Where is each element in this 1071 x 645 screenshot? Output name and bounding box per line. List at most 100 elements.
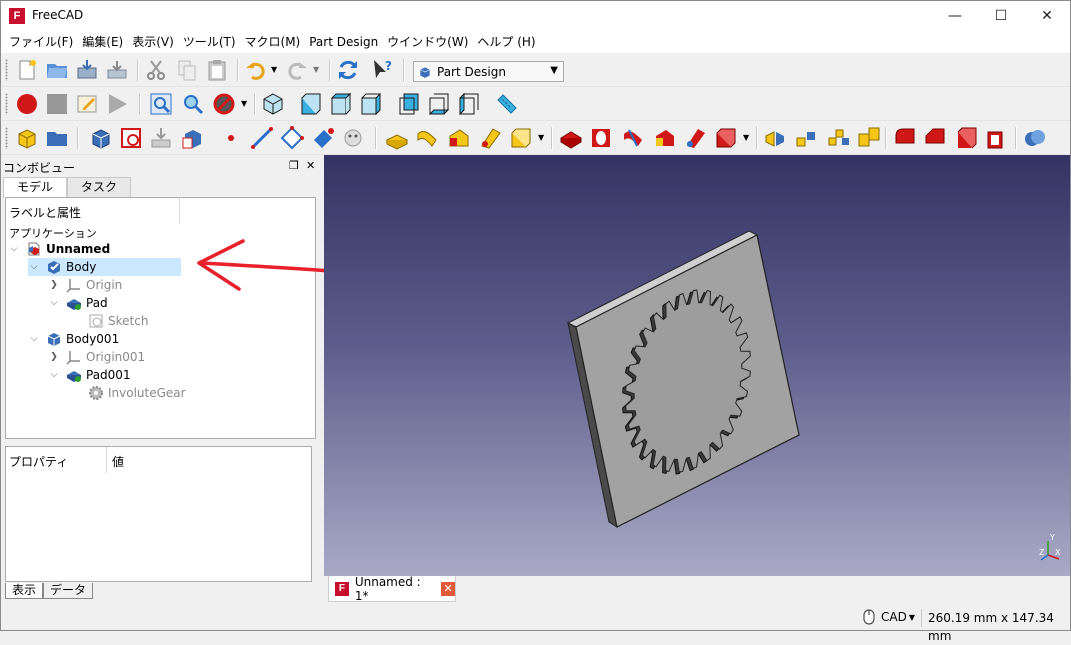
subtractive-loft-icon[interactable]: [653, 126, 677, 150]
create-group-icon[interactable]: [45, 126, 69, 150]
tree-item-pad001[interactable]: ⌵ Pad001: [48, 366, 131, 384]
close-window-button[interactable]: ✕: [1024, 1, 1070, 31]
top-view-icon[interactable]: [329, 92, 353, 116]
tree-column-header[interactable]: ラベルと属性: [6, 198, 180, 224]
navigation-style-selector[interactable]: CAD ▼: [863, 609, 915, 625]
linear-pattern-icon[interactable]: [795, 126, 819, 150]
run-macro-icon[interactable]: [105, 92, 129, 116]
datum-plane-icon[interactable]: [280, 126, 304, 150]
value-column-header[interactable]: 値: [112, 453, 124, 470]
cut-icon[interactable]: [144, 58, 168, 82]
close-panel-icon[interactable]: ✕: [306, 159, 315, 172]
local-coordinate-system-icon[interactable]: [311, 126, 335, 150]
redo-dropdown-icon[interactable]: ▼: [313, 65, 319, 74]
paste-icon[interactable]: [205, 58, 229, 82]
undo-icon[interactable]: [244, 58, 268, 82]
maximize-button[interactable]: ☐: [978, 1, 1024, 31]
fit-selection-icon[interactable]: [181, 92, 205, 116]
menu-file[interactable]: ファイル(F): [7, 31, 80, 53]
boolean-icon[interactable]: [1023, 126, 1047, 150]
draw-style-icon[interactable]: [212, 92, 236, 116]
subtractive-primitive-icon[interactable]: [714, 126, 738, 150]
expanded-chevron-icon[interactable]: ⌵: [28, 334, 40, 344]
save-icon[interactable]: [75, 58, 99, 82]
tab-model[interactable]: モデル: [3, 177, 68, 198]
revolution-icon[interactable]: [415, 126, 439, 150]
tree-item-involute-gear[interactable]: InvoluteGear: [70, 384, 186, 402]
polar-pattern-icon[interactable]: [827, 126, 851, 150]
edit-macro-icon[interactable]: [75, 92, 99, 116]
thickness-icon[interactable]: [985, 126, 1009, 150]
front-view-icon[interactable]: [299, 92, 323, 116]
hole-icon[interactable]: [589, 126, 613, 150]
chamfer-icon[interactable]: [923, 126, 947, 150]
draw-style-dropdown-icon[interactable]: ▼: [241, 99, 247, 108]
close-document-icon[interactable]: ✕: [441, 581, 455, 596]
tree-item-origin001[interactable]: ❯ Origin001: [48, 348, 145, 366]
expanded-chevron-icon[interactable]: ⌵: [48, 298, 60, 308]
menu-edit[interactable]: 編集(E): [80, 31, 130, 53]
groove-icon[interactable]: [621, 126, 645, 150]
additive-loft-icon[interactable]: [447, 126, 471, 150]
axis-triad-icon[interactable]: Y X Z: [1039, 529, 1065, 563]
mirrored-icon[interactable]: [763, 126, 787, 150]
toolbar-grip[interactable]: [5, 127, 8, 149]
menu-tools[interactable]: ツール(T): [181, 31, 243, 53]
fit-all-icon[interactable]: [149, 92, 173, 116]
pocket-icon[interactable]: [559, 126, 583, 150]
copy-icon[interactable]: [175, 58, 199, 82]
fillet-icon[interactable]: [893, 126, 917, 150]
tree-item-sketch[interactable]: Sketch: [70, 312, 148, 330]
open-folder-icon[interactable]: [45, 58, 69, 82]
datum-line-icon[interactable]: [250, 126, 274, 150]
toolbar-grip[interactable]: [5, 59, 8, 81]
subtractive-pipe-icon[interactable]: [684, 126, 708, 150]
tab-view[interactable]: 表示: [5, 583, 44, 599]
toolbar-grip[interactable]: [5, 93, 8, 115]
additive-primitive-dropdown-icon[interactable]: ▼: [538, 133, 544, 142]
record-macro-icon[interactable]: [15, 92, 39, 116]
expanded-chevron-icon[interactable]: ⌵: [28, 262, 40, 272]
collapsed-chevron-icon[interactable]: ❯: [48, 352, 60, 362]
create-part-icon[interactable]: [15, 126, 39, 150]
draft-icon[interactable]: [955, 126, 979, 150]
additive-pipe-icon[interactable]: [479, 126, 503, 150]
stop-macro-icon[interactable]: [45, 92, 69, 116]
menu-part-design[interactable]: Part Design: [307, 31, 385, 53]
document-tab-unnamed[interactable]: F Unnamed : 1* ✕: [328, 575, 456, 603]
tab-tasks[interactable]: タスク: [67, 177, 132, 197]
additive-primitive-icon[interactable]: [509, 126, 533, 150]
measure-distance-icon[interactable]: [495, 92, 519, 116]
shape-binder-icon[interactable]: [181, 126, 205, 150]
3d-viewport[interactable]: Y X Z: [324, 155, 1070, 576]
save-as-icon[interactable]: [105, 58, 129, 82]
tree-item-body001[interactable]: ⌵ Body001: [28, 330, 119, 348]
tab-data[interactable]: データ: [43, 583, 94, 599]
minimize-button[interactable]: —: [932, 1, 978, 31]
clone-icon[interactable]: [341, 126, 365, 150]
property-column-header[interactable]: プロパティ: [6, 447, 107, 473]
whats-this-icon[interactable]: ?: [371, 58, 395, 82]
menu-view[interactable]: 表示(V): [130, 31, 181, 53]
refresh-icon[interactable]: [336, 58, 360, 82]
undo-dropdown-icon[interactable]: ▼: [271, 65, 277, 74]
workbench-selector[interactable]: Part Design ▼: [413, 61, 564, 82]
menu-macro[interactable]: マクロ(M): [243, 31, 308, 53]
menu-window[interactable]: ウインドウ(W): [385, 31, 475, 53]
tree-item-body[interactable]: ⌵ Body: [28, 258, 181, 276]
redo-icon[interactable]: [285, 58, 309, 82]
expanded-chevron-icon[interactable]: ⌵: [8, 244, 20, 254]
expanded-chevron-icon[interactable]: ⌵: [48, 370, 60, 380]
float-panel-icon[interactable]: ❐: [289, 159, 299, 172]
right-view-icon[interactable]: [359, 92, 383, 116]
rear-view-icon[interactable]: [397, 92, 421, 116]
bottom-view-icon[interactable]: [427, 92, 451, 116]
tree-item-unnamed[interactable]: ⌵ Unnamed: [8, 240, 111, 258]
isometric-view-icon[interactable]: [261, 92, 285, 116]
left-view-icon[interactable]: [457, 92, 481, 116]
datum-point-icon[interactable]: [219, 126, 243, 150]
create-body-icon[interactable]: [89, 126, 113, 150]
create-sketch-icon[interactable]: [119, 126, 143, 150]
menu-help[interactable]: ヘルプ (H): [475, 31, 542, 53]
new-document-icon[interactable]: [15, 58, 39, 82]
